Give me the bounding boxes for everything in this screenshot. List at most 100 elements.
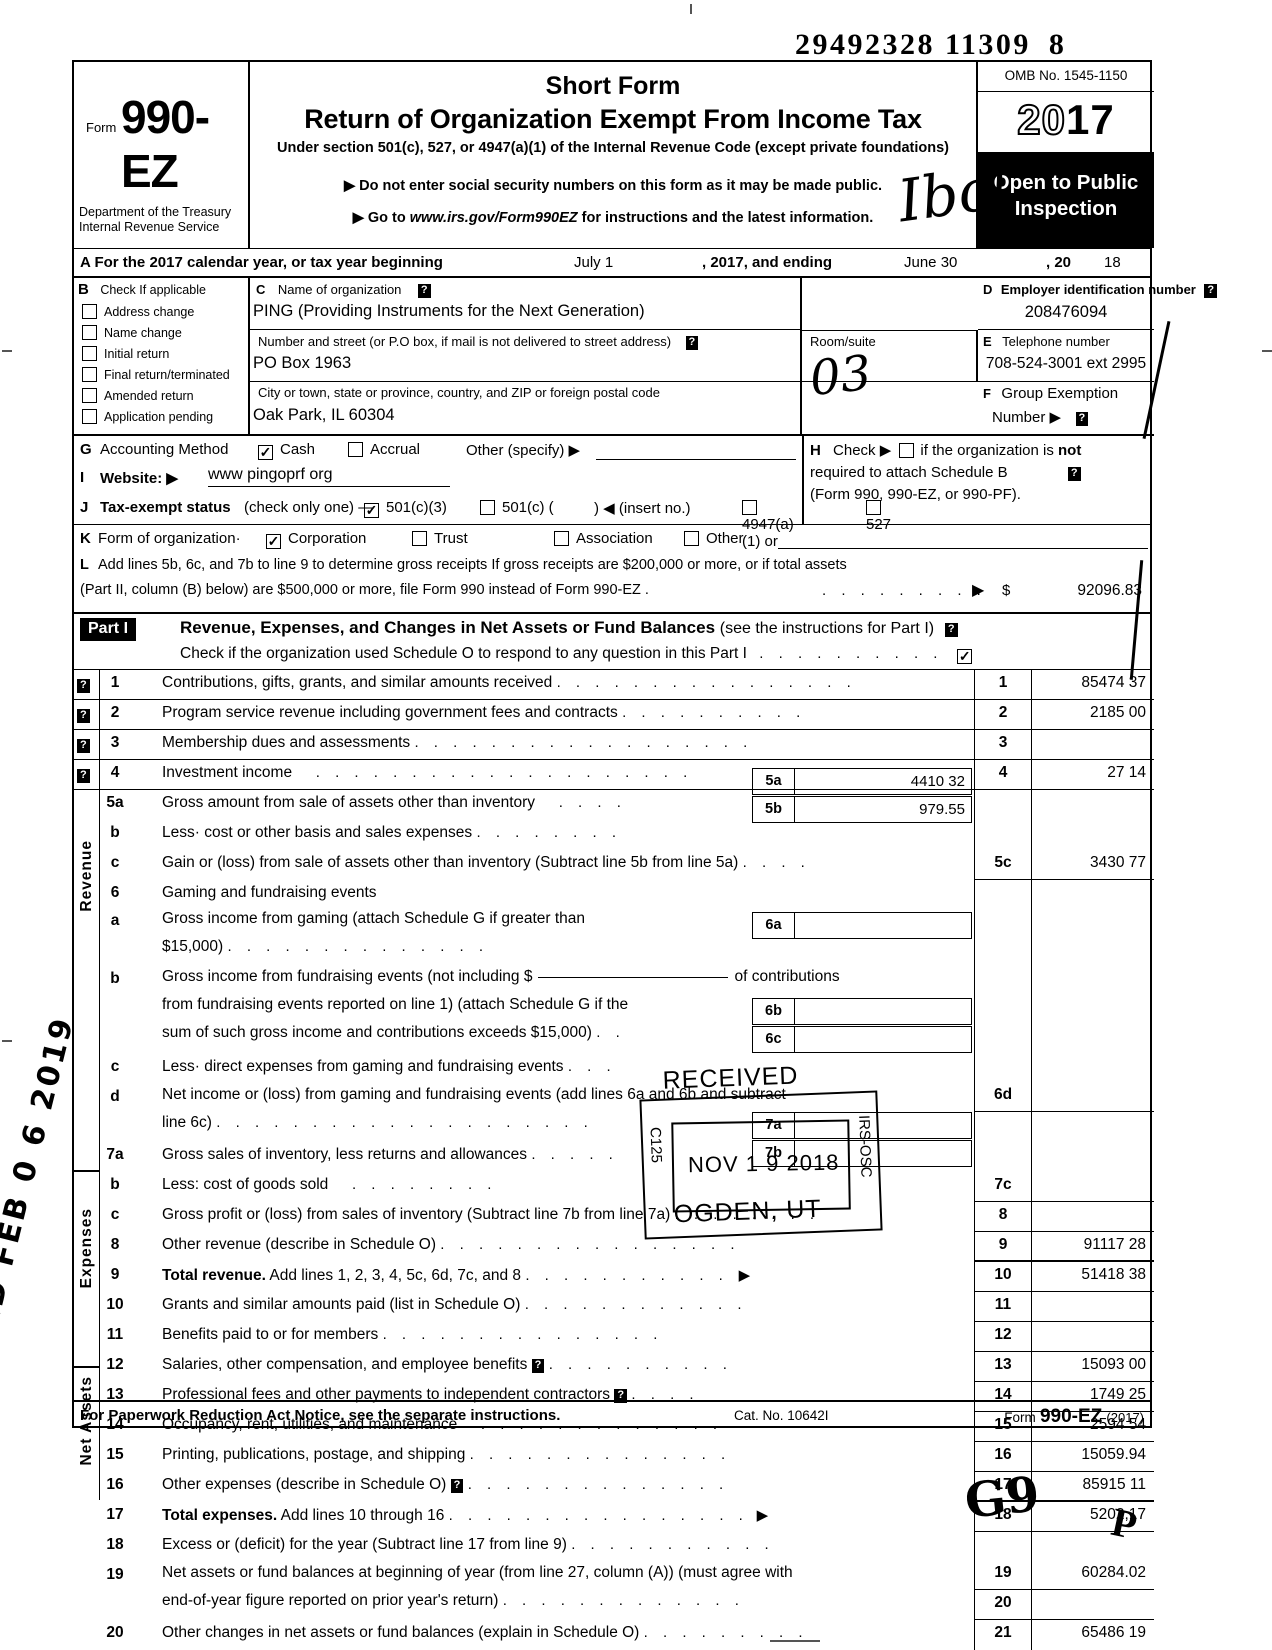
amount-cell[interactable]: 51418 38 [1032, 1262, 1154, 1292]
line-a-end-date[interactable]: June 30 [904, 254, 957, 271]
checkbox-icon[interactable]: ✓ [258, 445, 273, 460]
checkbox-icon[interactable] [899, 443, 915, 458]
checkbox-other-org[interactable]: Other [684, 530, 744, 547]
org-name-value[interactable]: PING (Providing Instruments for the Next… [253, 302, 645, 321]
fundraising-contrib-input[interactable] [538, 976, 729, 978]
checkbox-association[interactable]: Association [554, 530, 653, 547]
line-k-other-input[interactable] [778, 547, 1148, 549]
line-a-end-year[interactable]: 18 [1104, 254, 1121, 271]
gross-receipts-value[interactable]: 92096.83 [1077, 582, 1142, 600]
amount-cell[interactable] [1032, 1322, 1154, 1352]
checkbox-icon[interactable] [684, 531, 699, 546]
leader-dots: . . . . . . . . . [822, 582, 987, 599]
org-city-field[interactable]: City or town, state or province, country… [250, 382, 800, 434]
checkbox-address-change[interactable]: Address change [82, 304, 194, 319]
amount-cell[interactable] [1032, 1202, 1154, 1232]
checkbox-icon[interactable] [554, 531, 569, 546]
checkbox-icon[interactable] [412, 531, 427, 546]
checkbox-icon[interactable] [348, 442, 363, 457]
checkbox-icon[interactable]: ✓ [957, 649, 973, 664]
website-value[interactable]: www pingoprf org [208, 466, 450, 487]
amount-cell[interactable]: 91117 28 [1032, 1232, 1154, 1262]
help-icon[interactable]: ? [1204, 284, 1218, 298]
amount-cell[interactable] [1032, 1172, 1154, 1202]
help-icon[interactable]: ? [77, 739, 90, 753]
checkbox-501c[interactable]: 501(c) ( [480, 499, 554, 516]
subbox-5b[interactable]: 5b 979.55 [752, 796, 972, 823]
telephone-value[interactable]: 708-524-3001 ext 2995 [978, 355, 1154, 373]
subbox-5a[interactable]: 5a 4410 32 [752, 768, 972, 795]
checkbox-icon[interactable] [82, 304, 97, 319]
stamp-date: NOV 1 9 2018 [687, 1149, 840, 1178]
checkbox-application-pending[interactable]: Application pending [82, 409, 213, 424]
checkbox-accrual[interactable]: Accrual [348, 441, 420, 458]
checkbox-icon[interactable] [742, 500, 757, 515]
city-value[interactable]: Oak Park, IL 60304 [253, 406, 395, 425]
street-value[interactable]: PO Box 1963 [253, 354, 351, 373]
checkbox-icon[interactable] [82, 409, 97, 424]
help-icon[interactable]: ? [685, 336, 699, 350]
help-icon[interactable]: ? [1067, 467, 1081, 481]
org-info-block: B Check If applicable Address change Nam… [74, 278, 1218, 434]
checkbox-icon[interactable] [82, 346, 97, 361]
help-icon[interactable]: ? [417, 284, 431, 298]
checkbox-501c3[interactable]: ✓ 501(c)(3) [364, 499, 447, 518]
subbox-tag: 5a [753, 769, 795, 794]
checkbox-icon[interactable] [82, 367, 97, 382]
checkbox-icon[interactable] [82, 325, 97, 340]
help-icon[interactable]: ? [77, 679, 90, 693]
checkbox-icon[interactable]: ✓ [364, 503, 379, 518]
part-1-tag: Part I [80, 618, 137, 641]
subbox-amount[interactable]: 979.55 [919, 801, 965, 818]
amount-cell[interactable] [1032, 1054, 1154, 1112]
checkbox-name-change[interactable]: Name change [82, 325, 182, 340]
amount-cell[interactable]: 3430 77 [1032, 850, 1154, 880]
amount-cell[interactable] [1032, 730, 1154, 760]
checkbox-corporation[interactable]: ✓ Corporation [266, 530, 366, 549]
subbox-6c[interactable]: 6c [752, 1026, 972, 1053]
box-f-group-exemption[interactable]: F Group Exemption Number ▶ ? [978, 382, 1154, 434]
help-icon[interactable]: ? [77, 769, 90, 783]
help-icon[interactable]: ? [77, 709, 90, 723]
help-icon[interactable]: ? [1075, 412, 1089, 426]
line-text: Investment income . . . . . . . . . . . … [162, 764, 693, 781]
help-icon[interactable]: ? [531, 1359, 545, 1373]
line-k-form-of-organization: K Form of organization· ✓ Corporation Tru… [74, 524, 1150, 554]
checkbox-final-return[interactable]: Final return/terminated [82, 367, 230, 382]
amount-cell[interactable]: 65486 19 [1032, 1620, 1154, 1650]
amount-cell[interactable]: 27 14 [1032, 760, 1154, 790]
box-e-telephone[interactable]: E Telephone number 708-524-3001 ext 2995 [978, 330, 1154, 382]
goto-prefix: ▶ Go to [352, 210, 410, 226]
amount-cell[interactable]: 85474 37 [1032, 670, 1154, 700]
amount-cell[interactable] [1032, 1292, 1154, 1322]
num-cell: 4 [975, 760, 1031, 790]
amount-cell[interactable]: 15059.94 [1032, 1442, 1154, 1472]
amount-cell[interactable]: 15093 00 [1032, 1352, 1154, 1382]
checkbox-amended-return[interactable]: Amended return [82, 388, 194, 403]
line-a-begin-date[interactable]: July 1 [574, 254, 613, 271]
checkbox-initial-return[interactable]: Initial return [82, 346, 169, 361]
help-icon[interactable]: ? [450, 1479, 464, 1493]
org-street-field[interactable]: Number and street (or P.O box, if mail i… [250, 330, 800, 382]
subbox-6a[interactable]: 6a [752, 912, 972, 939]
checkbox-icon[interactable]: ✓ [266, 534, 281, 549]
checkbox-icon[interactable] [480, 500, 495, 515]
amount-cell[interactable]: 2185 00 [1032, 700, 1154, 730]
line-g-other-input[interactable] [596, 458, 796, 460]
checkbox-trust[interactable]: Trust [412, 530, 468, 547]
checkbox-icon[interactable] [82, 388, 97, 403]
amount-cell[interactable] [1032, 1590, 1154, 1620]
box-d-ein[interactable]: D Employer identification number ? 20847… [978, 278, 1218, 330]
tax-year-short: 17 [1066, 96, 1115, 143]
amount-cell[interactable]: 60284.02 [1032, 1532, 1154, 1590]
checkbox-label: Corporation [288, 530, 367, 547]
subbox-6b[interactable]: 6b [752, 998, 972, 1025]
org-name-field[interactable]: C Name of organization ? PING (Providing… [250, 278, 800, 330]
help-icon[interactable]: ? [944, 623, 958, 637]
ein-value[interactable]: 208476094 [978, 303, 1154, 322]
irs-url[interactable]: www.irs.gov/Form990EZ [410, 210, 578, 226]
checkbox-cash[interactable]: ✓ Cash [258, 441, 315, 460]
amount-cell[interactable]: 85915 11 [1032, 1472, 1154, 1502]
subbox-amount[interactable]: 4410 32 [911, 773, 965, 790]
telephone-label: Telephone number [1002, 334, 1110, 349]
